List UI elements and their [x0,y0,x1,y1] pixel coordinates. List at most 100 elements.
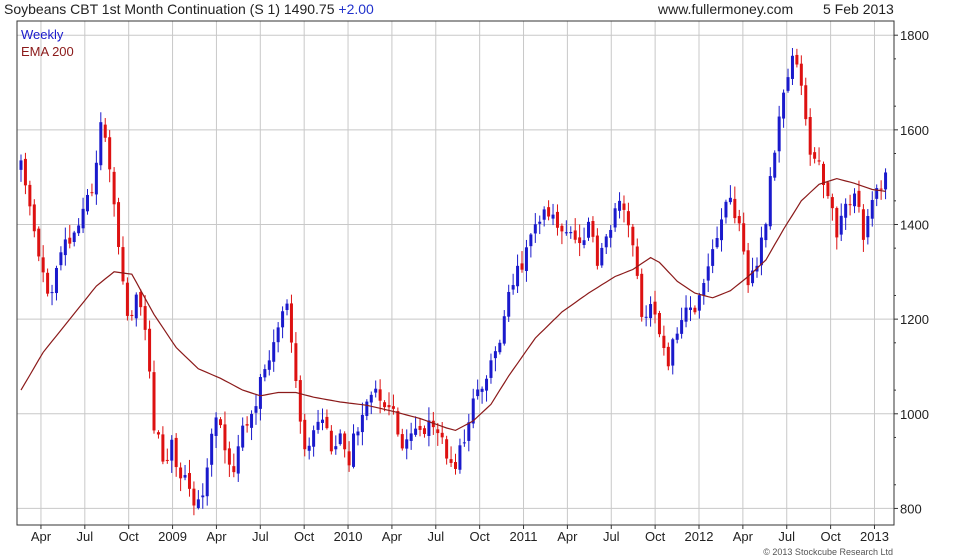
candle [187,459,191,497]
x-tick-label: Jul [778,529,795,544]
candle [511,273,515,295]
candle-body [609,229,613,238]
candle-body [821,163,825,185]
candle-body [555,211,559,228]
candle [281,306,285,339]
candle [697,292,701,319]
candle-body [174,437,178,468]
y-tick-label: 1200 [900,312,929,327]
candle-body [205,467,209,497]
candle [19,154,23,182]
candle-body [560,225,564,232]
candle-body [595,235,599,266]
candle-body [338,433,342,445]
x-tick-label: Jul [252,529,269,544]
copyright-notice: © 2013 Stockcube Research Ltd [763,547,893,557]
x-tick-label: 2012 [685,529,714,544]
legend-ema-200: EMA 200 [21,44,74,59]
candle [591,216,595,243]
candle [795,48,799,68]
candle-body [285,303,289,310]
candle-body [454,462,457,469]
candle-body [334,446,338,450]
candle [117,197,121,255]
candle [844,198,848,230]
x-tick-label: Apr [31,529,52,544]
candle [179,462,183,492]
y-tick-label: 1000 [900,407,929,422]
candle [81,197,85,234]
x-tick-label: 2009 [158,529,187,544]
candle-body [360,414,364,433]
candle-body [600,247,604,266]
candle-body [396,411,400,435]
candle [352,424,356,469]
candle-body [604,236,608,248]
candle-body [768,176,772,227]
candle-body [303,419,307,450]
candle [449,446,453,467]
candle-body [613,208,617,228]
candle [720,208,724,252]
candle-body [427,420,431,436]
candle [285,299,289,316]
candle-body [170,439,174,461]
candle-body [409,433,413,441]
candle [813,147,817,164]
candle [152,360,156,434]
candle [626,202,630,238]
candle-body [289,303,293,343]
candle-body [449,459,453,463]
candle-body [63,239,67,256]
candle [263,364,267,382]
candle [125,277,129,321]
candle-body [786,77,790,91]
candle-body [223,424,227,451]
candle-body [879,188,883,190]
candle-body [267,360,271,370]
candle [165,448,169,464]
candle-body [502,316,506,344]
candle-body [759,237,763,266]
candle-body [72,232,76,243]
candle [680,307,684,339]
candle [582,227,586,249]
candle-body [192,488,196,506]
candle-body [387,405,391,408]
candle [427,407,431,447]
candle-body [737,216,741,224]
candle [622,195,626,223]
candle [360,402,364,446]
candle-body [254,406,258,413]
candle [77,218,81,236]
candle [108,130,112,183]
candle [458,438,462,474]
candle [578,224,582,257]
x-tick-label: Oct [294,529,315,544]
candle-body [219,419,223,426]
candle [635,238,639,280]
candle-body [587,221,591,238]
candlestick-series [19,48,888,516]
candle-body [489,360,493,378]
candle-body [844,203,848,218]
candle [94,150,98,205]
candle-body [112,171,116,205]
candle-body [866,216,870,238]
candle-body [143,306,147,330]
candle-body [130,314,134,317]
candle-body [742,223,746,252]
candle [551,203,555,226]
candle [325,409,329,430]
candle-body [626,211,630,226]
candle [250,410,254,441]
candle-body [542,209,546,220]
candle-body [23,158,27,186]
candle-body [476,389,480,397]
candle [23,152,27,195]
candle-body [777,116,781,152]
candle-body [795,54,799,65]
x-tick-label: Oct [820,529,841,544]
candle-body [538,221,542,224]
candle [192,481,196,516]
